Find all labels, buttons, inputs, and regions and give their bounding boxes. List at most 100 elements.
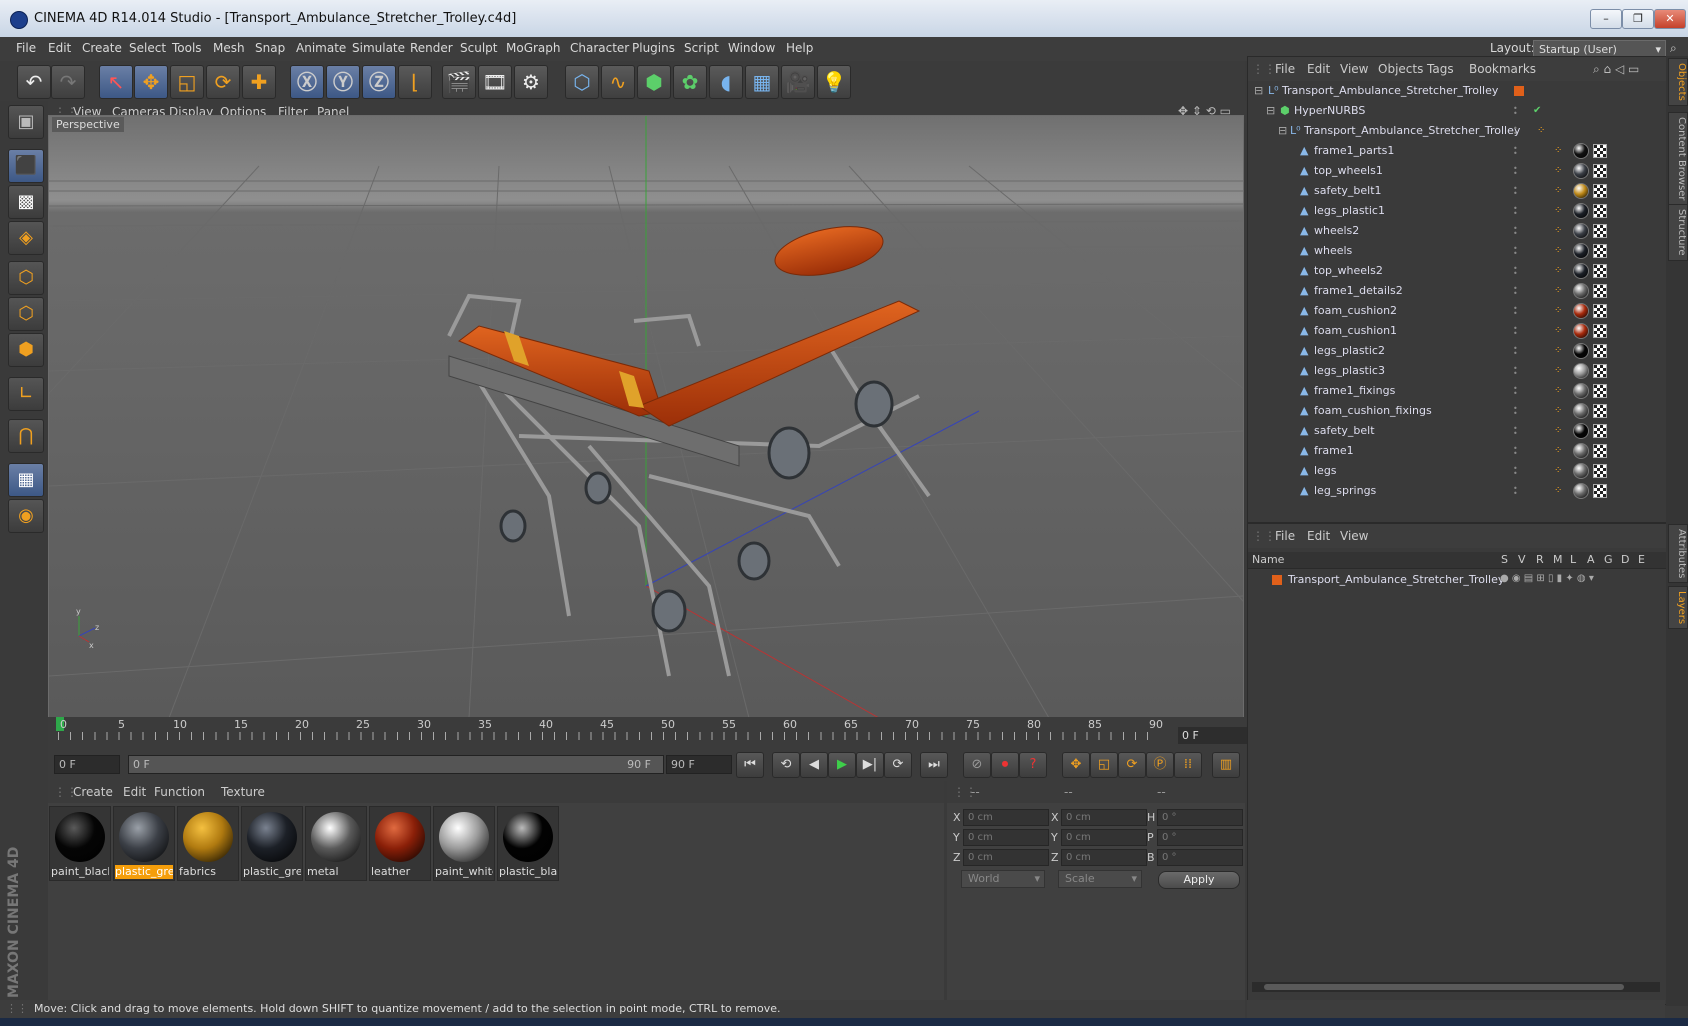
menu-script[interactable]: Script <box>684 41 719 55</box>
uvw-tag-icon[interactable] <box>1593 344 1607 358</box>
make-editable-icon[interactable]: ▣ <box>8 105 44 139</box>
size-y-field[interactable]: 0 cm <box>1061 829 1147 846</box>
uvw-tag-icon[interactable] <box>1593 364 1607 378</box>
material-tag-icon[interactable] <box>1573 203 1589 219</box>
material-swatch[interactable]: plastic_grey <box>113 806 175 881</box>
scale-tool-icon[interactable]: ◱ <box>170 65 204 99</box>
subdivision-surface-icon[interactable]: ⬢ <box>637 65 671 99</box>
material-swatch[interactable]: plastic_black <box>497 806 559 881</box>
object-row[interactable]: ▲ wheels2 • • ⁘ <box>1248 221 1666 241</box>
visibility-dots[interactable]: • • <box>1513 385 1519 398</box>
material-swatch[interactable]: metal <box>305 806 367 881</box>
coordinate-mode-dropdown[interactable]: World ▾ <box>961 870 1045 888</box>
menu-window[interactable]: Window <box>728 41 775 55</box>
undo-icon[interactable]: ↶ <box>17 65 51 99</box>
column-deformers[interactable]: D <box>1621 553 1629 566</box>
object-menu-edit[interactable]: Edit <box>1307 62 1330 76</box>
material-tag-icon[interactable] <box>1573 483 1589 499</box>
object-menu-bookmarks[interactable]: Bookmarks <box>1469 62 1536 76</box>
horizontal-scrollbar[interactable] <box>1252 982 1660 992</box>
material-swatch[interactable]: paint_black <box>49 806 111 881</box>
live-selection-icon[interactable]: ↖ <box>99 65 133 99</box>
object-row[interactable]: ▲ top_wheels1 • • ⁘ <box>1248 161 1666 181</box>
pos-y-field[interactable]: 0 cm <box>963 829 1049 846</box>
cube-primitive-icon[interactable]: ⬡ <box>565 65 599 99</box>
play-icon[interactable]: ▶ <box>828 752 856 778</box>
material-tag-icon[interactable] <box>1573 323 1589 339</box>
frame-range-slider[interactable]: 0 F 90 F <box>128 755 664 774</box>
layer-toggle-icons[interactable]: ● ◉ ▤ ⊞ ▯ ▮ ✦ ◍ ▾ <box>1500 573 1594 584</box>
material-menu-create[interactable]: Create <box>73 785 113 799</box>
menu-simulate[interactable]: Simulate <box>352 41 405 55</box>
visibility-dots[interactable]: • • <box>1513 325 1519 338</box>
workplane-lock-icon[interactable]: ▦ <box>8 463 44 497</box>
column-name[interactable]: Name <box>1252 553 1284 566</box>
visibility-dots[interactable]: • • <box>1513 285 1519 298</box>
material-swatch[interactable]: plastic_grey <box>241 806 303 881</box>
minimize-button[interactable]: – <box>1590 9 1622 29</box>
object-menu-objects[interactable]: Objects <box>1378 62 1423 76</box>
tab-content-browser[interactable]: Content Browser <box>1668 112 1688 206</box>
menu-create[interactable]: Create <box>82 41 122 55</box>
phong-tag-icon[interactable]: ⁘ <box>1554 345 1566 357</box>
render-view-icon[interactable]: 🎬 <box>442 65 476 99</box>
autokey-icon[interactable]: ? <box>1019 752 1047 778</box>
pos-z-field[interactable]: 0 cm <box>963 849 1049 866</box>
x-axis-lock-icon[interactable]: Ⓧ <box>290 65 324 99</box>
phong-tag-icon[interactable]: ⁘ <box>1554 245 1566 257</box>
material-tag-icon[interactable] <box>1573 343 1589 359</box>
visibility-dots[interactable]: • • <box>1513 185 1519 198</box>
phong-tag-icon[interactable]: ⁘ <box>1554 145 1566 157</box>
visibility-dots[interactable]: • • <box>1513 125 1519 138</box>
close-button[interactable]: ✕ <box>1654 9 1686 29</box>
timeline-window-icon[interactable]: ▥ <box>1212 752 1240 778</box>
visibility-dots[interactable]: • • <box>1513 205 1519 218</box>
uvw-tag-icon[interactable] <box>1593 164 1607 178</box>
magnet-snap-icon[interactable]: ⋂ <box>8 419 44 453</box>
material-menu-function[interactable]: Function <box>154 785 205 799</box>
object-row[interactable]: ▲ frame1_fixings • • ⁘ <box>1248 381 1666 401</box>
points-mode-icon[interactable]: ⬡ <box>8 261 44 295</box>
render-settings-icon[interactable]: ⚙ <box>514 65 548 99</box>
size-z-field[interactable]: 0 cm <box>1061 849 1147 866</box>
rot-h-field[interactable]: 0 ° <box>1157 809 1243 826</box>
tab-structure[interactable]: Structure <box>1668 204 1688 261</box>
object-menu-tags[interactable]: Tags <box>1427 62 1454 76</box>
material-menu-texture[interactable]: Texture <box>221 785 265 799</box>
uvw-tag-icon[interactable] <box>1593 484 1607 498</box>
menu-character[interactable]: Character <box>570 41 629 55</box>
texture-mode-icon[interactable]: ▩ <box>8 185 44 219</box>
tab-objects[interactable]: Objects <box>1668 58 1688 106</box>
uvw-tag-icon[interactable] <box>1593 184 1607 198</box>
next-key-icon[interactable]: ⟳ <box>884 752 912 778</box>
key-point-level-icon[interactable]: ⁞⁞ <box>1174 752 1202 778</box>
rot-p-field[interactable]: 0 ° <box>1157 829 1243 846</box>
phong-tag-icon[interactable]: ⁘ <box>1554 485 1566 497</box>
add-object-icon[interactable]: ✚ <box>242 65 276 99</box>
phong-tag-icon[interactable]: ⁘ <box>1554 285 1566 297</box>
coordinate-system-icon[interactable]: ⌊ <box>398 65 432 99</box>
timeline-ruler[interactable]: 0 5 10 15 20 25 30 35 40 45 50 55 60 65 … <box>48 717 1246 747</box>
material-tag-icon[interactable] <box>1573 403 1589 419</box>
apply-button[interactable]: Apply <box>1158 871 1240 889</box>
uvw-tag-icon[interactable] <box>1593 244 1607 258</box>
light-icon[interactable]: 💡 <box>817 65 851 99</box>
object-row[interactable]: ▲ frame1_parts1 • • ⁘ <box>1248 141 1666 161</box>
visibility-dots[interactable]: • • <box>1513 265 1519 278</box>
uvw-tag-icon[interactable] <box>1593 324 1607 338</box>
visibility-dots[interactable]: • • <box>1513 485 1519 498</box>
object-row[interactable]: ▲ foam_cushion_fixings • • ⁘ <box>1248 401 1666 421</box>
collapse-icon[interactable]: ⊟ <box>1254 85 1264 96</box>
tab-layers[interactable]: Layers <box>1668 586 1688 630</box>
phong-tag-icon[interactable]: ⁘ <box>1537 125 1549 137</box>
material-tag-icon[interactable] <box>1573 163 1589 179</box>
rot-b-field[interactable]: 0 ° <box>1157 849 1243 866</box>
go-to-start-icon[interactable]: ⏮ <box>736 752 764 778</box>
transform-mode-dropdown[interactable]: Scale ▾ <box>1058 870 1142 888</box>
visibility-dots[interactable]: • • <box>1513 405 1519 418</box>
redo-icon[interactable]: ↷ <box>51 65 85 99</box>
size-x-field[interactable]: 0 cm <box>1061 809 1147 826</box>
column-animation[interactable]: A <box>1587 553 1595 566</box>
uvw-tag-icon[interactable] <box>1593 264 1607 278</box>
key-parameter-icon[interactable]: Ⓟ <box>1146 752 1174 778</box>
